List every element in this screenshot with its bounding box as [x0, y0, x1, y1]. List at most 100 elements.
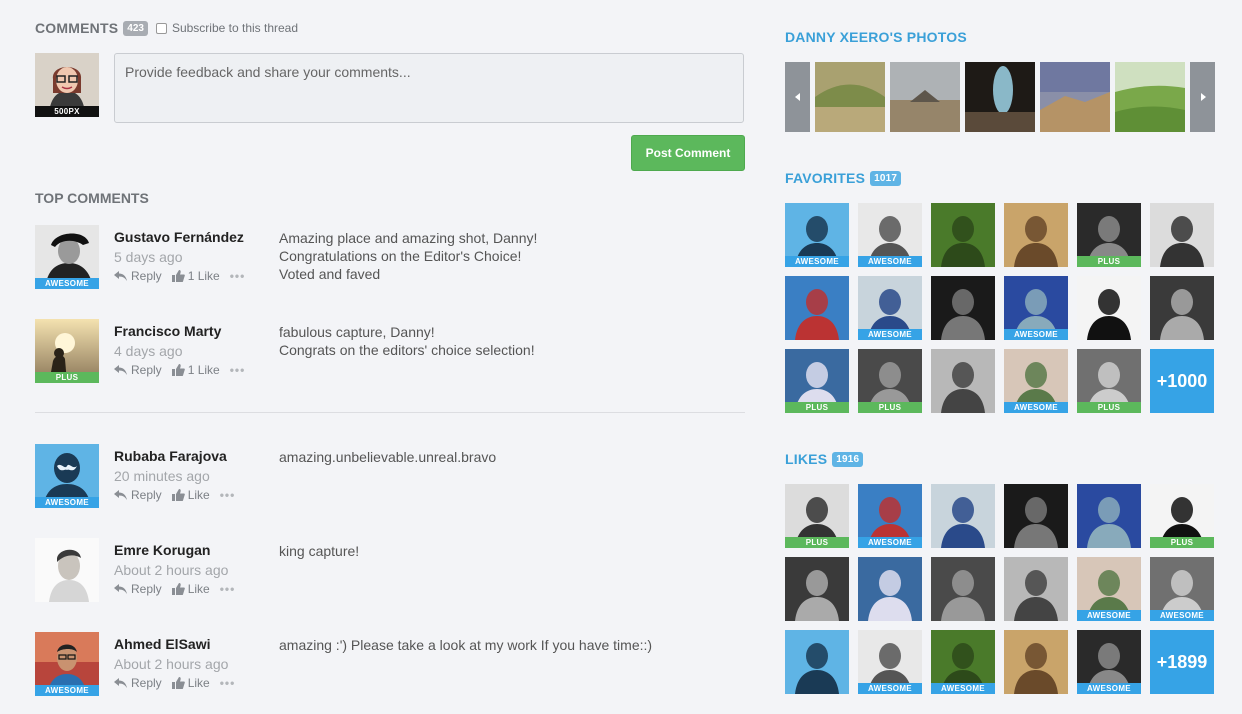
more-options-icon[interactable]: •••: [230, 363, 246, 377]
user-avatar-tile[interactable]: PLUS: [1077, 349, 1141, 413]
user-badge: PLUS: [1077, 256, 1141, 267]
user-avatar-tile[interactable]: [1004, 484, 1068, 548]
comment-input[interactable]: Provide feedback and share your comments…: [114, 53, 744, 123]
reply-label: Reply: [131, 269, 162, 283]
commenter-name[interactable]: Rubaba Farajova: [114, 448, 227, 464]
comments-divider: [35, 412, 745, 413]
subscribe-checkbox[interactable]: [155, 22, 167, 34]
user-avatar-tile[interactable]: [1150, 276, 1214, 340]
user-avatar-tile[interactable]: [785, 276, 849, 340]
reply-icon: [114, 271, 127, 281]
comment-item: AWESOME Ahmed ElSawi About 2 hours ago R…: [35, 632, 745, 702]
commenter-name[interactable]: Francisco Marty: [114, 323, 221, 339]
more-options-icon[interactable]: •••: [220, 488, 236, 502]
user-avatar-tile[interactable]: AWESOME: [858, 484, 922, 548]
like-button[interactable]: Like: [171, 582, 210, 596]
user-avatar-tile[interactable]: [931, 276, 995, 340]
commenter-name[interactable]: Ahmed ElSawi: [114, 636, 210, 652]
user-avatar-tile[interactable]: [1004, 630, 1068, 694]
avatar-image: [1004, 630, 1068, 694]
user-avatar-tile[interactable]: AWESOME: [1150, 557, 1214, 621]
commenter-avatar[interactable]: AWESOME: [35, 632, 99, 696]
user-badge: PLUS: [785, 537, 849, 548]
commenter-name[interactable]: Gustavo Fernández: [114, 229, 244, 245]
reply-button[interactable]: Reply: [114, 488, 162, 502]
user-avatar-tile[interactable]: PLUS: [785, 484, 849, 548]
user-avatar-tile[interactable]: AWESOME: [858, 276, 922, 340]
avatar-image: [1077, 276, 1141, 340]
comments-count-badge: 423: [123, 20, 148, 36]
user-avatar-tile[interactable]: AWESOME: [1077, 557, 1141, 621]
user-avatar-tile[interactable]: AWESOME: [1004, 276, 1068, 340]
user-avatar-tile[interactable]: PLUS: [1077, 203, 1141, 267]
user-avatar-tile[interactable]: [931, 484, 995, 548]
commenter-avatar[interactable]: PLUS: [35, 319, 99, 383]
post-comment-button[interactable]: Post Comment: [631, 135, 745, 171]
reply-button[interactable]: Reply: [114, 269, 162, 283]
like-label: 1 Like: [187, 269, 220, 283]
more-favorites-button[interactable]: +1000: [1150, 349, 1214, 413]
subscribe-toggle[interactable]: Subscribe to this thread: [155, 21, 298, 35]
user-avatar-tile[interactable]: PLUS: [858, 349, 922, 413]
user-avatar-tile[interactable]: [1004, 557, 1068, 621]
user-avatar-tile[interactable]: AWESOME: [785, 203, 849, 267]
photo-thumbnail[interactable]: [965, 62, 1035, 132]
user-avatar-tile[interactable]: AWESOME: [1004, 349, 1068, 413]
carousel-next-button[interactable]: [1190, 62, 1215, 132]
like-button[interactable]: 1 Like: [171, 363, 220, 377]
user-avatar-tile[interactable]: AWESOME: [858, 203, 922, 267]
current-user-avatar[interactable]: 500PX: [35, 53, 99, 117]
user-avatar-tile[interactable]: [1004, 203, 1068, 267]
user-avatar-tile[interactable]: PLUS: [785, 349, 849, 413]
more-likes-button[interactable]: +1899: [1150, 630, 1214, 694]
like-label: Like: [187, 676, 210, 690]
avatar-image: [931, 276, 995, 340]
thumbs-up-icon: [171, 364, 185, 376]
commenter-avatar[interactable]: [35, 538, 99, 602]
reply-button[interactable]: Reply: [114, 582, 162, 596]
user-badge: PLUS: [785, 402, 849, 413]
user-badge: AWESOME: [1004, 329, 1068, 340]
user-badge: AWESOME: [858, 329, 922, 340]
carousel-prev-button[interactable]: [785, 62, 810, 132]
user-avatar-tile[interactable]: [1150, 203, 1214, 267]
photo-thumbnail[interactable]: [815, 62, 885, 132]
user-avatar-tile[interactable]: [931, 203, 995, 267]
photos-section-title[interactable]: DANNY XEERO'S PHOTOS: [785, 29, 967, 45]
reply-button[interactable]: Reply: [114, 363, 162, 377]
user-avatar-tile[interactable]: AWESOME: [931, 630, 995, 694]
chevron-left-icon: [794, 93, 800, 101]
user-avatar-tile[interactable]: [1077, 276, 1141, 340]
commenter-avatar[interactable]: AWESOME: [35, 444, 99, 508]
more-options-icon[interactable]: •••: [230, 269, 246, 283]
avatar-image: [931, 484, 995, 548]
user-avatar-tile[interactable]: [931, 349, 995, 413]
reply-button[interactable]: Reply: [114, 676, 162, 690]
user-avatar-tile[interactable]: PLUS: [1150, 484, 1214, 548]
comment-item: AWESOME Rubaba Farajova 20 minutes ago R…: [35, 444, 745, 514]
like-button[interactable]: Like: [171, 676, 210, 690]
reply-label: Reply: [131, 488, 162, 502]
reply-icon: [114, 678, 127, 688]
user-avatar-tile[interactable]: AWESOME: [1077, 630, 1141, 694]
avatar-image: [1004, 484, 1068, 548]
user-avatar-tile[interactable]: [1077, 484, 1141, 548]
photo-thumbnail[interactable]: [1040, 62, 1110, 132]
commenter-name[interactable]: Emre Korugan: [114, 542, 210, 558]
commenter-avatar[interactable]: AWESOME: [35, 225, 99, 289]
user-avatar-tile[interactable]: [931, 557, 995, 621]
photos-title[interactable]: DANNY XEERO'S PHOTOS: [785, 29, 967, 45]
photo-carousel: [785, 62, 1215, 132]
user-avatar-tile[interactable]: AWESOME: [858, 630, 922, 694]
like-button[interactable]: 1 Like: [171, 269, 220, 283]
like-button[interactable]: Like: [171, 488, 210, 502]
user-avatar-tile[interactable]: [785, 630, 849, 694]
more-options-icon[interactable]: •••: [220, 582, 236, 596]
more-options-icon[interactable]: •••: [220, 676, 236, 690]
user-avatar-tile[interactable]: [785, 557, 849, 621]
user-avatar-tile[interactable]: [858, 557, 922, 621]
user-badge: AWESOME: [858, 256, 922, 267]
reply-icon: [114, 365, 127, 375]
photo-thumbnail[interactable]: [1115, 62, 1185, 132]
photo-thumbnail[interactable]: [890, 62, 960, 132]
